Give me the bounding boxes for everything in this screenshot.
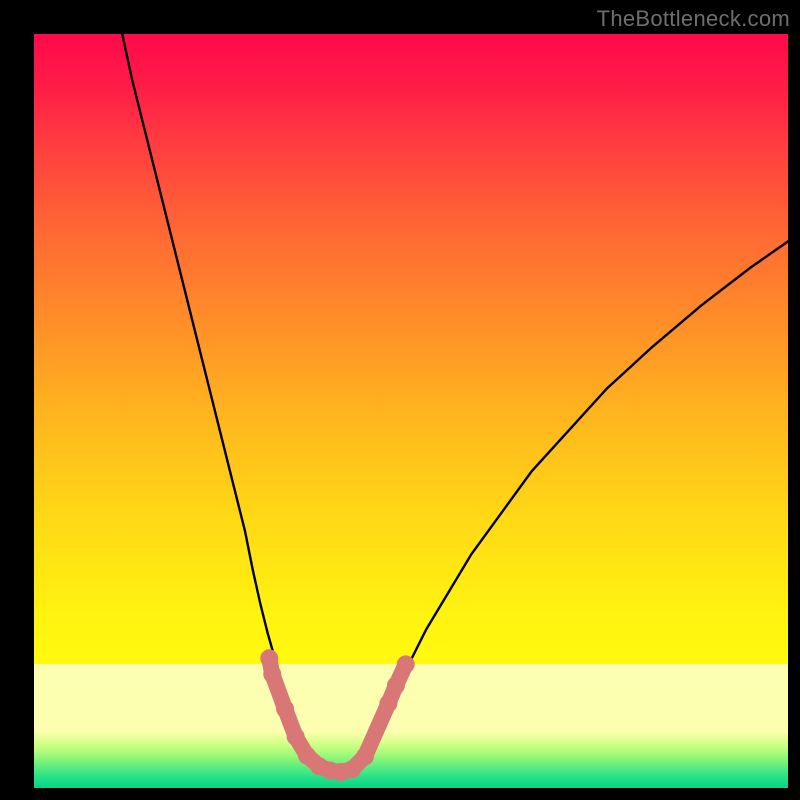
trough-marker-12 [397, 655, 415, 673]
trough-marker-11 [387, 676, 405, 694]
trough-marker-9 [356, 747, 374, 765]
trough-marker-10 [379, 695, 397, 713]
trough-marker-1 [263, 665, 281, 683]
trough-markers [260, 649, 414, 781]
curves-svg [34, 34, 788, 788]
trough-marker-8 [343, 760, 361, 778]
trough-marker-3 [287, 728, 305, 746]
chart-frame: TheBottleneck.com [0, 0, 800, 800]
plot-area [34, 34, 788, 788]
left-curve [122, 34, 324, 772]
right-curve [358, 241, 788, 772]
trough-marker-0 [260, 649, 278, 667]
trough-marker-2 [276, 700, 294, 718]
watermark-text: TheBottleneck.com [597, 6, 790, 32]
